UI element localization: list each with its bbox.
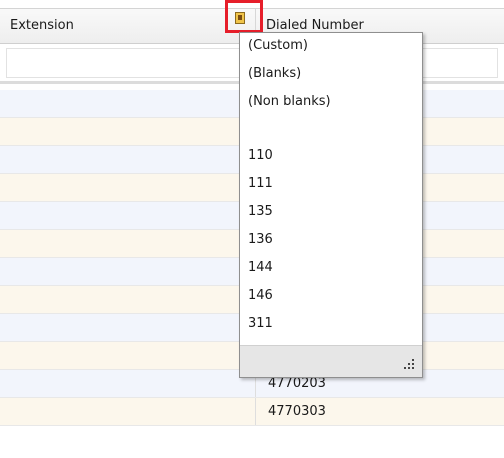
extension-cell [0, 118, 256, 145]
extension-cell [0, 90, 256, 117]
extension-cell [0, 202, 256, 229]
filter-option[interactable]: 146 [248, 285, 273, 307]
filter-dropdown: (Custom) (Blanks) (Non blanks) 110 111 135 136… [239, 32, 423, 378]
extension-cell [0, 230, 256, 257]
filter-option[interactable]: (Non blanks) [248, 91, 331, 113]
extension-cell [0, 370, 256, 397]
extension-cell [0, 258, 256, 285]
resize-grip-icon[interactable] [402, 357, 416, 371]
filter-option[interactable]: 135 [248, 201, 273, 223]
table-row[interactable]: 4770303 [0, 398, 504, 426]
filter-option[interactable]: 110 [248, 145, 273, 167]
filter-option[interactable]: (Custom) [248, 35, 308, 57]
extension-cell [0, 286, 256, 313]
extension-cell [0, 146, 256, 173]
filter-option[interactable]: 111 [248, 173, 273, 195]
extension-cell [0, 174, 256, 201]
column-header-extension[interactable]: Extension [0, 9, 256, 43]
extension-cell [0, 342, 256, 369]
dialed-number-cell: 4770303 [268, 404, 326, 419]
filter-option[interactable]: 136 [248, 229, 273, 251]
filter-option[interactable]: 144 [248, 257, 273, 279]
filter-funnel-icon[interactable] [235, 12, 245, 24]
filter-option[interactable]: (Blanks) [248, 63, 301, 85]
extension-filter-input[interactable] [6, 48, 252, 78]
filter-dropdown-footer [240, 345, 422, 377]
extension-cell [0, 314, 256, 341]
extension-cell [0, 398, 256, 425]
filter-option[interactable]: 311 [248, 313, 273, 335]
